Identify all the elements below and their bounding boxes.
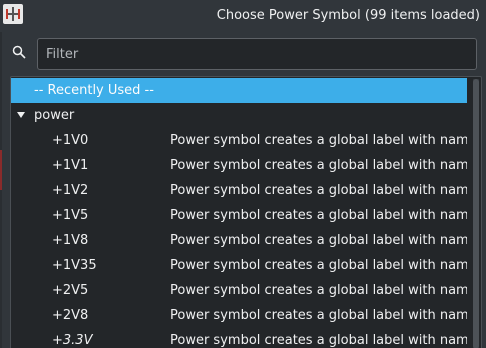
symbol-name: +1V5 [52, 208, 89, 223]
symbol-description: Power symbol creates a global label with… [170, 133, 467, 148]
tree-row-power-group[interactable]: power [11, 103, 467, 128]
symbol-name: +1V0 [52, 133, 89, 148]
vertical-scrollbar[interactable] [473, 79, 479, 348]
tree-row[interactable]: +1V2 Power symbol creates a global label… [11, 178, 467, 203]
symbol-description: Power symbol creates a global label with… [170, 158, 467, 173]
tree-row[interactable]: +1V35 Power symbol creates a global labe… [11, 253, 467, 278]
title-bar: Choose Power Symbol (99 items loaded) [0, 0, 486, 32]
window-title: Choose Power Symbol (99 items loaded) [216, 8, 480, 23]
recently-used-label: -- Recently Used -- [34, 83, 154, 98]
symbol-name: +3.3V [52, 333, 93, 348]
left-border-accent [0, 150, 2, 190]
tree-row[interactable]: +2V5 Power symbol creates a global label… [11, 278, 467, 303]
tree-row-recently-used[interactable]: -- Recently Used -- [11, 78, 467, 103]
symbol-name: +2V5 [52, 283, 89, 298]
symbol-description: Power symbol creates a global label with… [170, 183, 467, 198]
app-icon[interactable] [3, 4, 23, 24]
tree-row[interactable]: +1V8 Power symbol creates a global label… [11, 228, 467, 253]
expand-arrow-icon[interactable] [17, 112, 25, 118]
symbol-description: Power symbol creates a global label with… [170, 333, 467, 348]
tree-row[interactable]: +1V5 Power symbol creates a global label… [11, 203, 467, 228]
tree-row[interactable]: +1V1 Power symbol creates a global label… [11, 153, 467, 178]
symbol-description: Power symbol creates a global label with… [170, 308, 467, 323]
symbol-name: +1V8 [52, 233, 89, 248]
tree-row[interactable]: +3.3V Power symbol creates a global labe… [11, 328, 467, 348]
symbol-name: +1V1 [52, 158, 89, 173]
choose-power-symbol-dialog: Choose Power Symbol (99 items loaded) --… [0, 0, 486, 348]
scrollbar-thumb[interactable] [473, 79, 479, 348]
symbol-name: +2V8 [52, 308, 89, 323]
symbol-description: Power symbol creates a global label with… [170, 208, 467, 223]
symbol-description: Power symbol creates a global label with… [170, 283, 467, 298]
symbol-description: Power symbol creates a global label with… [170, 258, 467, 273]
group-label: power [34, 108, 75, 123]
search-icon [12, 45, 26, 59]
tree-row[interactable]: +1V0 Power symbol creates a global label… [11, 128, 467, 153]
tree-row[interactable]: +2V8 Power symbol creates a global label… [11, 303, 467, 328]
symbol-description: Power symbol creates a global label with… [170, 233, 467, 248]
symbol-tree[interactable]: -- Recently Used -- power +1V0 Power sym… [10, 76, 482, 348]
symbol-name: +1V2 [52, 183, 89, 198]
filter-input[interactable] [37, 38, 477, 70]
symbol-name: +1V35 [52, 258, 97, 273]
left-border [0, 32, 2, 348]
